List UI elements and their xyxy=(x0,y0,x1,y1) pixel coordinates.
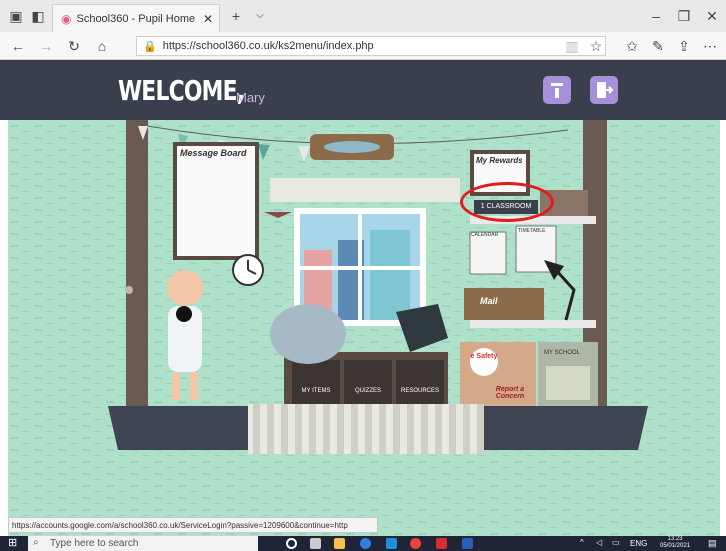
favorites-list-icon[interactable]: ✩ xyxy=(622,36,642,56)
mail-app-icon[interactable] xyxy=(386,538,397,549)
url-text: https://school360.co.uk/ks2menu/index.ph… xyxy=(162,40,374,52)
mail-label[interactable]: Mail xyxy=(480,296,498,306)
forward-arrow-icon[interactable]: → xyxy=(36,36,56,56)
tab-actions-icon[interactable]: ▣ xyxy=(6,6,26,26)
reading-view-icon[interactable]: ▥ xyxy=(562,36,582,56)
menu-icon xyxy=(551,83,563,98)
home-icon[interactable]: ⌂ xyxy=(92,36,112,56)
clock-date: 05/01/2021 xyxy=(660,543,691,549)
clock-time: 13:23 xyxy=(667,536,683,542)
refresh-icon[interactable]: ↻ xyxy=(64,36,84,56)
restore-icon[interactable]: ❐ xyxy=(674,6,694,26)
resources-drawer[interactable]: RESOURCES xyxy=(396,388,444,394)
e-safety-badge[interactable]: e Safety xyxy=(470,348,498,376)
logout-button[interactable] xyxy=(590,76,618,104)
file-explorer-icon[interactable] xyxy=(334,538,345,549)
room-scene: Message Board My Rewards 1 CLASSROOM CAL… xyxy=(8,120,720,536)
welcome-title: WELCOME, xyxy=(118,74,245,107)
search-icon: ⌕ xyxy=(33,537,39,548)
my-rewards-label[interactable]: My Rewards xyxy=(476,156,523,165)
site-favicon-icon: ◉ xyxy=(61,11,72,26)
welcome-text: WELCOME xyxy=(118,74,237,107)
status-url-bar: https://accounts.google.com/a/school360.… xyxy=(8,517,378,533)
address-input[interactable]: 🔒 https://school360.co.uk/ks2menu/index.… xyxy=(136,36,606,56)
room-illustration xyxy=(8,120,720,536)
favorite-star-icon[interactable]: ☆ xyxy=(586,36,606,56)
more-icon[interactable]: ⋯ xyxy=(700,36,720,56)
set-aside-tabs-icon[interactable]: ◧ xyxy=(28,6,48,26)
calendar-label[interactable]: CALENDAR xyxy=(471,232,498,238)
windows-start-icon[interactable]: ⊞ xyxy=(8,538,19,549)
volume-icon[interactable]: ◁ xyxy=(596,538,602,547)
share-icon[interactable]: ⇪ xyxy=(674,36,694,56)
edge-icon[interactable] xyxy=(360,538,371,549)
close-tab-icon[interactable]: ✕ xyxy=(203,12,213,26)
browser-tab-bar: ▣ ◧ ◉ School360 - Pupil Home ✕ + ⌵ – ❐ ✕ xyxy=(0,0,726,32)
tray-chevron-icon[interactable]: ^ xyxy=(580,538,584,547)
clock[interactable]: 13:23 05/01/2021 xyxy=(660,536,690,550)
taskbar-search-input[interactable]: Type here to search xyxy=(28,536,258,551)
task-view-icon[interactable] xyxy=(310,538,321,549)
browser-tab[interactable]: ◉ School360 - Pupil Home ✕ xyxy=(52,4,220,32)
close-window-icon[interactable]: ✕ xyxy=(702,6,722,26)
chrome-icon[interactable] xyxy=(410,538,421,549)
quizzes-drawer[interactable]: QUIZZES xyxy=(344,388,392,394)
network-icon[interactable]: ▭ xyxy=(612,538,620,547)
lock-icon: 🔒 xyxy=(143,40,157,53)
tab-list-chevron-icon[interactable]: ⌵ xyxy=(250,6,270,26)
classroom-highlight-ring xyxy=(460,182,554,222)
back-arrow-icon[interactable]: ← xyxy=(8,36,28,56)
minimize-icon[interactable]: – xyxy=(646,6,666,26)
windows-taskbar: ⊞ Type here to search ⌕ ^ ◁ ▭ ENG 13:23 … xyxy=(0,536,726,551)
my-items-drawer[interactable]: MY ITEMS xyxy=(292,388,340,394)
logout-icon xyxy=(597,82,614,98)
message-board-label[interactable]: Message Board xyxy=(180,148,247,158)
cortana-icon[interactable] xyxy=(286,538,297,549)
timetable-label[interactable]: TIMETABLE xyxy=(518,228,545,234)
acrobat-icon[interactable] xyxy=(436,538,447,549)
tab-title: School360 - Pupil Home xyxy=(76,12,196,25)
notifications-icon[interactable]: ▤ xyxy=(708,538,717,549)
new-tab-icon[interactable]: + xyxy=(226,6,246,26)
menu-button[interactable] xyxy=(543,76,571,104)
browser-address-row: ← → ↻ ⌂ 🔒 https://school360.co.uk/ks2men… xyxy=(0,32,726,60)
pen-icon[interactable]: ✎ xyxy=(648,36,668,56)
language-indicator[interactable]: ENG xyxy=(630,539,647,548)
word-icon[interactable] xyxy=(462,538,473,549)
user-name: Mary xyxy=(236,90,265,105)
my-school-label[interactable]: MY SCHOOL xyxy=(544,350,580,356)
report-concern-label[interactable]: Report a Concern xyxy=(488,386,532,400)
